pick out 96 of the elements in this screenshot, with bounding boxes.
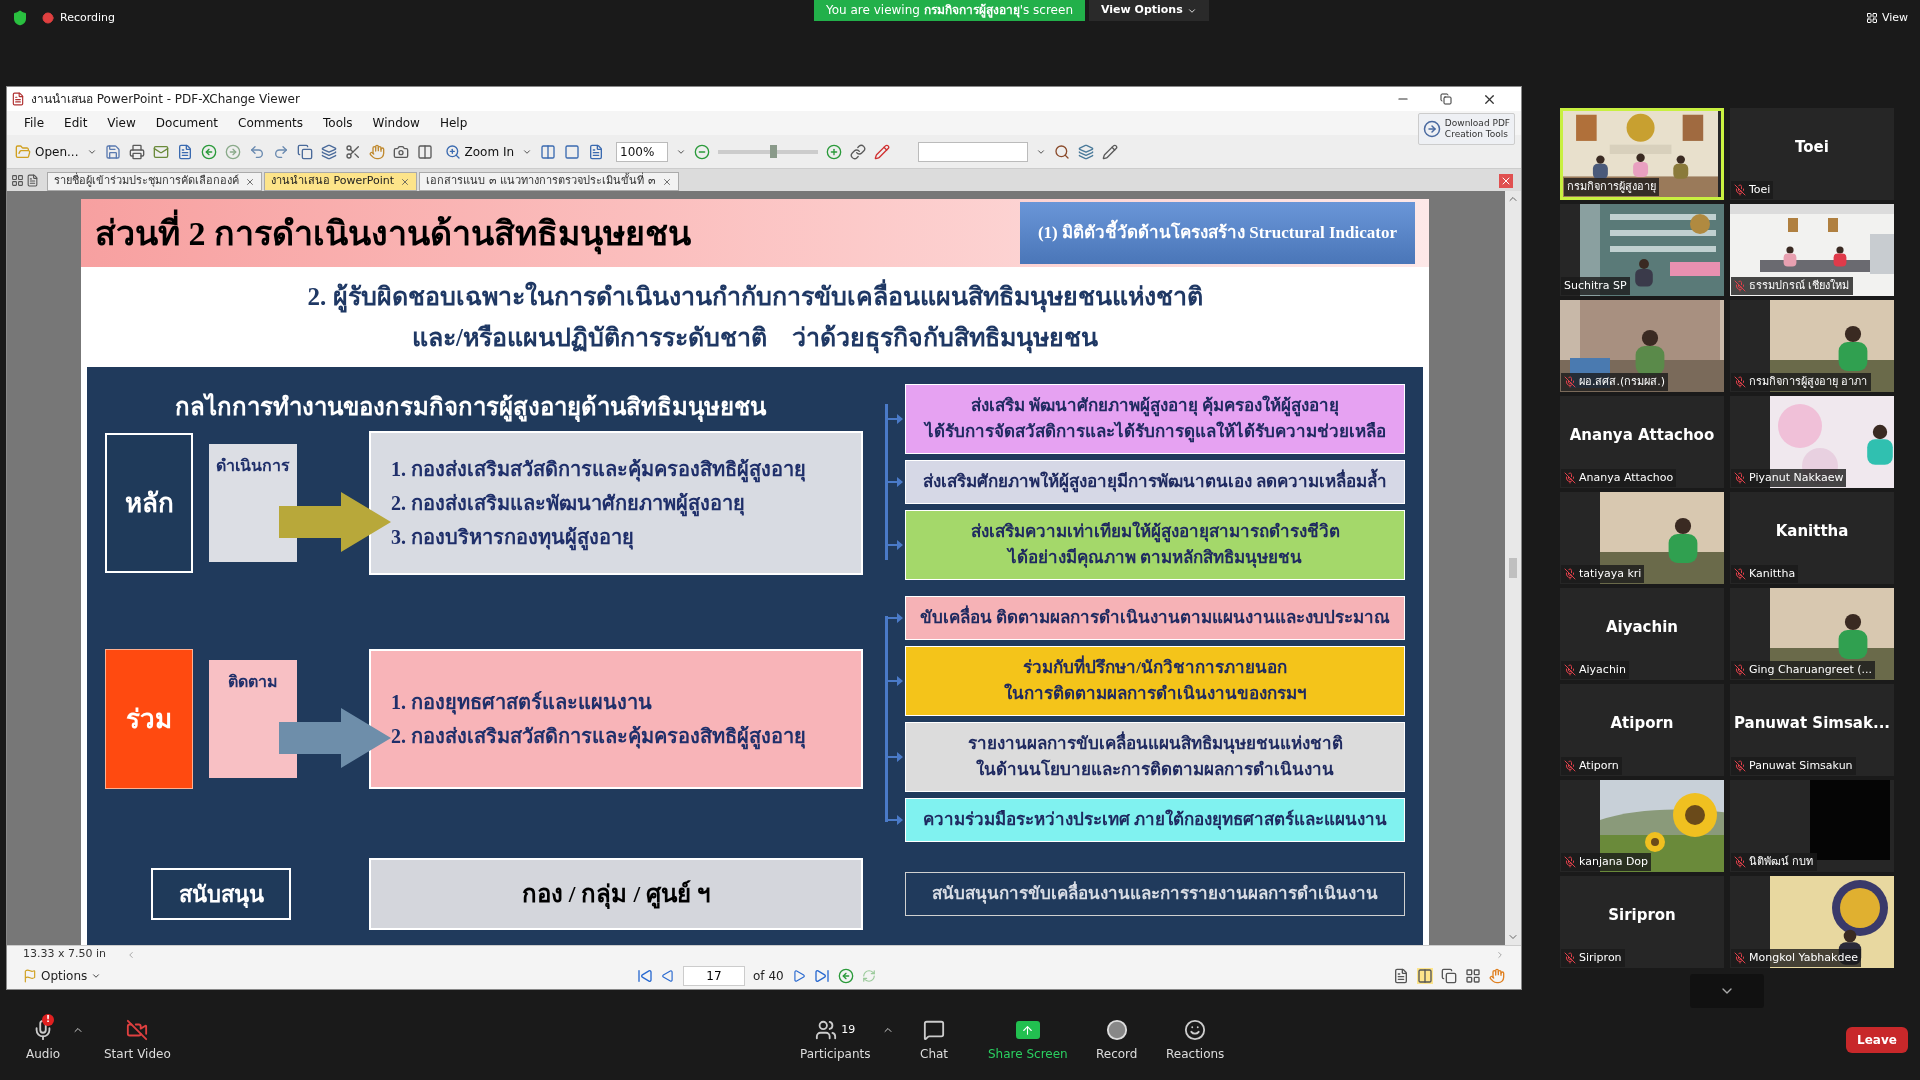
participant-display-name: Ananya Attachoo <box>1569 424 1715 446</box>
participant-name: tatiyaya kri <box>1579 565 1642 582</box>
toolbar-label: Share Screen <box>988 1046 1068 1063</box>
toolbar-button[interactable]: Chat <box>920 1018 949 1063</box>
unit-text: 1. กองยุทธศาสตร์และแผนงาน <box>391 690 653 717</box>
participant-name: ธรรมปกรณ์ เชียงใหม่ <box>1749 277 1850 294</box>
toolbar-label: Record <box>1096 1046 1138 1063</box>
outcome-text: ความร่วมมือระหว่างประเทศ ภายใต้กองยุทธศาสตร์และแผนงาน <box>922 808 1388 832</box>
toolbar-label: Reactions <box>1166 1046 1225 1063</box>
outcome-text: ร่วมกับที่ปรึกษา/นักวิชาการภายนอก <box>1023 655 1287 681</box>
outcome-text: ในการติดตามผลการดำเนินงานของกรมฯ <box>1003 682 1307 705</box>
tab-label: งานนำเสนอ PowerPoint <box>271 173 395 190</box>
outcome-text: ส่งเสริม พัฒนาศักยภาพผู้สูงอายุ คุ้มครองให้ผู้สูงอายุ <box>970 394 1340 419</box>
menu-item[interactable]: File <box>15 114 54 132</box>
participant-name: kanjana Dop <box>1579 853 1649 870</box>
slide-subtitle: และ/หรือแผนปฏิบัติการระดับชาติ ว่าด้วยธุรกิจกับสิทธิมนุษยชน <box>412 319 1098 357</box>
toolbar-label: Start Video <box>104 1046 171 1063</box>
menu-item[interactable]: Window <box>363 114 429 132</box>
toolbar-label: Audio <box>26 1046 61 1063</box>
participant-name: Piyanut Nakkaew <box>1749 469 1844 486</box>
toolbar-button[interactable]: Start Video <box>104 1018 171 1063</box>
share-screen-button[interactable]: Share Screen <box>988 1018 1068 1063</box>
participant-count: 19 <box>841 1021 856 1038</box>
role-box: สนับสนุน <box>151 868 291 920</box>
menu-item[interactable]: Comments <box>229 114 313 132</box>
menu-item[interactable]: View <box>98 114 145 132</box>
participant-display-name: Siripron <box>1608 904 1676 926</box>
document-tab[interactable]: เอกสารแนบ ๓ แนวทางการตรวจประเมินขั้นที่ ๓ <box>419 172 679 191</box>
toolbar-label: Chat <box>920 1046 949 1063</box>
unit-text: 2. กองส่งเสริมและพัฒนาศักยภาพผู้สูงอายุ <box>391 488 861 518</box>
page-size-label: 13.33 x 7.50 in <box>23 946 106 963</box>
participant-name: Suchitra SP <box>1564 277 1627 294</box>
download-label: Download PDF <box>1444 118 1510 129</box>
menu-item[interactable]: Help <box>430 114 477 132</box>
view-options-button[interactable]: View Options <box>1089 0 1209 21</box>
outcome-text: รายงานผลการขับเคลื่อนแผนสิทธิมนุษยชนแห่งชาติ <box>967 731 1343 757</box>
toolbar-button[interactable]: 19 Participants <box>800 1018 871 1063</box>
view-button[interactable]: View <box>1865 10 1908 27</box>
outcome-text: ได้รับการจัดสวัสดิการและได้รับการดูแลให้ได้รับความช่วยเหลือ <box>924 420 1386 445</box>
outcome-text: ส่งเสริมความเท่าเทียมให้ผู้สูงอายุสามารถดำรงชีวิต <box>970 520 1340 545</box>
zoom-level-field[interactable]: 100% <box>616 141 669 162</box>
page-count: of 40 <box>753 968 784 985</box>
outcome-text: สนับสนุนการขับเคลื่อนงานและการรายงานผลการดำเนินงาน <box>932 881 1378 907</box>
role-box: ร่วม <box>105 649 193 789</box>
recording-label: Recording <box>60 10 116 26</box>
participant-name: Mongkol Yabhakdee <box>1749 949 1858 966</box>
participant-display-name: Aiyachin <box>1605 616 1678 638</box>
window-title: งานนำเสนอ PowerPoint - PDF-XChange Viewer <box>31 91 300 108</box>
participant-display-name: Panuwat Simsak... <box>1733 712 1891 734</box>
participant-display-name: Atiporn <box>1610 712 1674 734</box>
participant-name: Aiyachin <box>1579 661 1626 678</box>
participant-name: ผอ.สศส.(กรมผส.) <box>1579 373 1666 390</box>
menu-item[interactable]: Document <box>146 114 227 132</box>
outcome-text: ส่งเสริมศักยภาพให้ผู้สูงอายุมีการพัฒนาตนเอง ลดความเหลื่อมล้ำ <box>922 469 1388 495</box>
indicator-tag: (1) มิติตัวชี้วัดด้านโครงสร้าง Structural Indicator <box>1019 202 1415 264</box>
zoom-in-button[interactable]: Zoom In <box>444 142 515 161</box>
unit-text: 1. กองส่งเสริมสวัสดิการและคุ้มครองสิทธิผู้สูงอายุ <box>391 454 861 484</box>
open-button[interactable]: Open... <box>15 142 79 161</box>
page-number-field[interactable]: 17 <box>683 966 745 986</box>
participant-name: กรมกิจการผู้สูงอายุ <box>1567 178 1656 195</box>
unit-text: กอง / กลุ่ม / ศูนย์ ฯ <box>521 879 711 911</box>
options-button[interactable]: Options <box>23 967 102 985</box>
participant-name: Ging Charuangreet (... <box>1749 661 1873 678</box>
participant-name: Panuwat Simsakun <box>1749 757 1853 774</box>
participant-name: Ananya Attachoo <box>1579 469 1674 486</box>
participant-name: Kanittha <box>1749 565 1796 582</box>
download-label: Creation Tools <box>1444 129 1509 140</box>
tab-label: เอกสารแนบ ๓ แนวทางการตรวจประเมินขั้นที่ ๓ <box>426 173 656 190</box>
participant-display-name: Toei <box>1795 136 1829 158</box>
menu-item[interactable]: Edit <box>55 114 97 132</box>
outcome-text: ได้อย่างมีคุณภาพ ตามหลักสิทธิมนุษยชน <box>1007 546 1303 570</box>
participant-display-name: Kanittha <box>1775 520 1849 542</box>
document-tab[interactable]: งานนำเสนอ PowerPoint <box>264 172 418 191</box>
toolbar-button[interactable]: Record <box>1096 1018 1138 1063</box>
participant-name: กรมกิจการผู้สูงอายุ อาภา <box>1749 373 1868 390</box>
participant-name: Atiporn <box>1579 757 1619 774</box>
toolbar-button[interactable]: Reactions <box>1166 1018 1225 1063</box>
slide-subtitle: 2. ผู้รับผิดชอบเฉพาะในการดำเนินงานกำกับการขับเคลื่อนแผนสิทธิมนุษยชนแห่งชาติ <box>307 277 1203 315</box>
document-tab[interactable]: รายชื่อผู้เข้าร่วมประชุมการคัดเลือกองค์ <box>47 172 262 191</box>
download-button[interactable]: Download PDF Creation Tools <box>1417 113 1515 145</box>
panel-heading: กลไกการทำงานของกรมกิจการผู้สูงอายุด้านสิทธิมนุษยชน <box>175 392 768 424</box>
outcome-text: ขับเคลื่อน ติดตามผลการดำเนินงานตามแผนงานและงบประมาณ <box>919 605 1391 631</box>
menu-item[interactable]: Tools <box>314 114 362 132</box>
participant-name: Toei <box>1749 181 1771 198</box>
outcome-text: ในด้านนโยบายและการติดตามผลการดำเนินงาน <box>976 758 1334 781</box>
alert-badge: ! <box>42 1014 55 1026</box>
role-box: หลัก <box>105 433 193 573</box>
sharing-banner: You are viewing กรมกิจการผู้สูงอายุ's screen <box>814 0 1085 21</box>
tab-label: รายชื่อผู้เข้าร่วมประชุมการคัดเลือกองค์ <box>54 173 239 190</box>
leave-button[interactable]: Leave <box>1846 1027 1908 1053</box>
slide-title: ส่วนที่ 2 การดำเนินงานด้านสิทธิมนุษยชน <box>95 207 691 259</box>
unit-text: 2. กองส่งเสริมสวัสดิการและคุ้มครองสิทธิผู้สูงอายุ <box>391 721 861 751</box>
toolbar-label: Participants <box>800 1046 871 1063</box>
participant-name: Siripron <box>1579 949 1622 966</box>
unit-text: 3. กองบริหารกองทุนผู้สูงอายุ <box>391 522 861 552</box>
participant-name: นิติพัฒน์ กบท <box>1749 853 1814 870</box>
